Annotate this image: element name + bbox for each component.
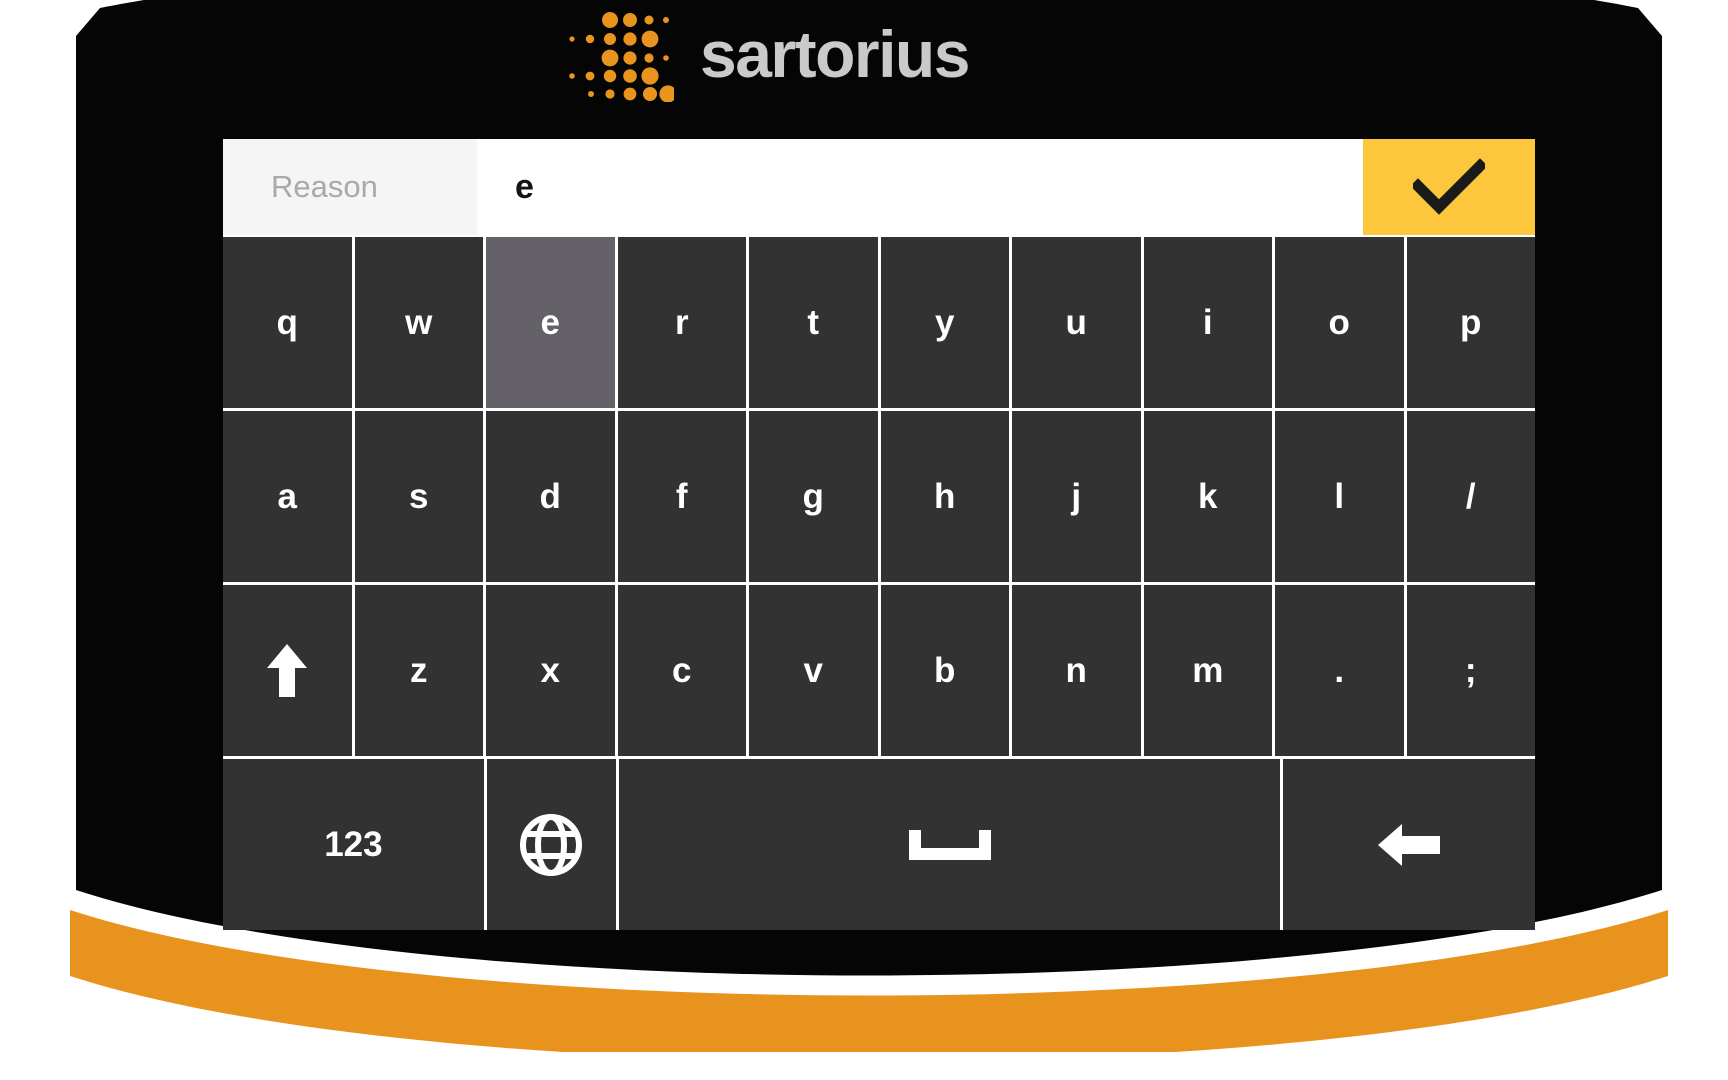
key-h[interactable]: h [880,411,1009,582]
key-numeric-mode[interactable]: 123 [223,759,484,930]
key-g-label: g [802,476,824,516]
key-v-label: v [803,650,823,690]
key-period[interactable]: . [1275,585,1404,756]
key-q[interactable]: q [223,237,352,408]
key-r[interactable]: r [617,237,746,408]
key-t[interactable]: t [749,237,878,408]
key-w[interactable]: w [354,237,483,408]
reason-input[interactable]: e [477,139,1363,235]
globe-icon [520,813,583,876]
key-z-label: z [410,650,428,690]
key-n[interactable]: n [1012,585,1141,756]
arrow-left-icon [1376,821,1442,869]
key-o[interactable]: o [1275,237,1404,408]
key-w-label: w [405,302,433,342]
key-j[interactable]: j [1012,411,1141,582]
key-r-label: r [674,302,689,342]
key-slash[interactable]: / [1406,411,1535,582]
key-g[interactable]: g [749,411,878,582]
key-b-label: b [934,650,956,690]
spacebar-icon [907,828,993,862]
checkmark-icon [1413,158,1485,216]
confirm-button[interactable] [1363,139,1535,235]
arrow-up-icon [265,642,309,700]
key-d[interactable]: d [486,411,615,582]
key-l[interactable]: l [1275,411,1404,582]
key-f[interactable]: f [617,411,746,582]
key-i-label: i [1202,302,1213,342]
key-numeric-mode-label: 123 [324,824,383,864]
key-q-label: q [276,302,298,342]
device-screen: Reason e q w e r t y u i o p a s d f g h j k l / z x c v b n m.; 12… [223,139,1535,930]
key-e[interactable]: e [486,237,615,408]
key-y-label: y [935,302,955,342]
key-o-label: o [1328,302,1350,342]
keyboard-row-2: a s d f g h j k l / [223,411,1535,582]
key-u[interactable]: u [1012,237,1141,408]
keyboard-row-4: 123 [223,759,1535,930]
key-n-label: n [1065,650,1087,690]
sartorius-dot-matrix-logo-icon [566,6,677,103]
key-t-label: t [807,302,820,342]
key-s-label: s [409,476,429,516]
key-a-label: a [277,476,297,516]
reason-input-bar: Reason e [223,139,1535,235]
key-j-label: j [1071,476,1082,516]
key-slash-label: / [1465,476,1476,516]
key-x[interactable]: x [486,585,615,756]
key-u-label: u [1065,302,1087,342]
brand-logo: sartorius [566,2,1036,106]
key-space[interactable] [619,759,1281,930]
key-b[interactable]: b [880,585,1009,756]
virtual-keyboard[interactable]: q w e r t y u i o p a s d f g h j k l / z x c v b n m.; 123 [223,235,1535,930]
key-m-label: m [1192,650,1224,690]
key-k-label: k [1198,476,1218,516]
key-c[interactable]: c [617,585,746,756]
key-z[interactable]: z [354,585,483,756]
key-i[interactable]: i [1143,237,1272,408]
key-e-label: e [540,302,560,342]
key-semicolon-label: ; [1464,650,1477,690]
key-shift[interactable] [223,585,352,756]
key-backspace[interactable] [1283,759,1535,930]
key-h-label: h [934,476,956,516]
key-v[interactable]: v [749,585,878,756]
key-s[interactable]: s [354,411,483,582]
key-language-globe[interactable] [486,759,616,930]
key-y[interactable]: y [880,237,1009,408]
key-x-label: x [540,650,560,690]
key-m[interactable]: m [1143,585,1272,756]
key-period-label: . [1334,650,1345,690]
key-l-label: l [1334,476,1345,516]
key-semicolon[interactable]: ; [1406,585,1535,756]
brand-wordmark: sartorius [700,17,970,91]
key-p-label: p [1460,302,1482,342]
reason-field-label: Reason [223,139,477,235]
screenshot-root: sartorius Reason e q w e r t y u i o p a s d f g h j k l / z… [0,0,1728,1080]
keyboard-row-1: qwertyuiop [223,237,1535,408]
key-c-label: c [672,650,692,690]
key-d-label: d [539,476,561,516]
key-p[interactable]: p [1406,237,1535,408]
key-f-label: f [675,476,688,516]
key-a[interactable]: a [223,411,352,582]
key-k[interactable]: k [1143,411,1272,582]
keyboard-row-3: z x c v b n m.; [223,585,1535,756]
